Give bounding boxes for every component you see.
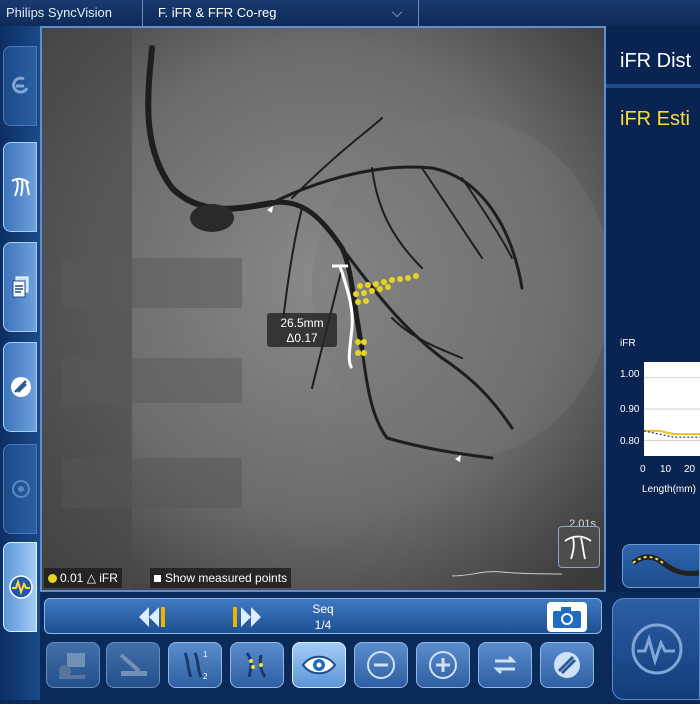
checkbox-icon[interactable] xyxy=(154,574,161,582)
document-icon xyxy=(4,243,38,331)
compare-button[interactable]: 12 xyxy=(168,642,222,688)
measurement-delta: Δ0.17 xyxy=(286,331,318,345)
svg-text:1: 1 xyxy=(203,650,208,659)
sidebar-tab-report[interactable] xyxy=(3,242,37,332)
view-button[interactable] xyxy=(292,642,346,688)
sidebar-tab-tools[interactable] xyxy=(3,342,37,432)
swap-icon xyxy=(493,655,517,675)
angiogram-viewer[interactable]: 26.5mm Δ0.17 2.01s 0.01 △ iFR Show measu… xyxy=(40,26,606,592)
sidebar-tab-ifr[interactable] xyxy=(3,542,37,632)
tools-button-icon xyxy=(554,652,580,678)
chevron-down-icon[interactable]: ⌵ xyxy=(384,3,410,21)
sidebar-tab-disabled[interactable] xyxy=(3,444,37,534)
measurement-label: 26.5mm Δ0.17 xyxy=(267,313,337,347)
svg-text:2: 2 xyxy=(203,672,208,681)
seq-value: 1/4 xyxy=(314,618,332,632)
pullback-wire-icon xyxy=(631,554,700,576)
y-tick-1: 1.00 xyxy=(620,369,640,380)
document-title: F. iFR & FFR Co-reg xyxy=(158,5,277,20)
vessel-icon xyxy=(4,143,38,231)
ifr-waveform-icon xyxy=(631,623,683,675)
snapshot-button[interactable] xyxy=(547,602,587,632)
x-tick-2: 10 xyxy=(660,464,672,475)
network-icon xyxy=(59,653,85,679)
y-tick-2: 0.90 xyxy=(620,404,640,415)
angiogram-image xyxy=(42,28,604,590)
back-arrow-icon xyxy=(4,47,38,125)
ifr-chart-svg xyxy=(643,377,700,441)
pullback-button[interactable] xyxy=(106,642,160,688)
x-tick-3: 20 xyxy=(684,464,696,475)
measurement-length: 26.5mm xyxy=(280,316,324,330)
x-tick-1: 0 xyxy=(640,464,646,475)
zoom-in-icon xyxy=(429,651,457,679)
show-points-label: Show measured points xyxy=(165,571,288,585)
zoom-in-button[interactable] xyxy=(416,642,470,688)
chart-ylabel: iFR xyxy=(620,338,636,349)
ifr-mode-button[interactable] xyxy=(612,598,700,700)
pullback-tab[interactable] xyxy=(622,544,700,588)
waveform-icon xyxy=(4,543,38,631)
show-points-toggle[interactable]: Show measured points xyxy=(150,568,292,588)
title-bar: Philips SyncVision F. iFR & FFR Co-reg ⌵ xyxy=(0,0,700,27)
vessel-thumbnail-button[interactable] xyxy=(558,526,600,568)
bottom-toolbar: 12 xyxy=(40,640,606,700)
catheter-icon xyxy=(119,653,147,676)
camera-icon xyxy=(553,607,581,628)
right-panel: iFR Dist iFR Esti iFR 1.00 0.90 0.80 0 1… xyxy=(606,26,700,592)
y-tick-3: 0.80 xyxy=(620,436,640,447)
left-sidebar xyxy=(0,26,40,700)
tools-icon xyxy=(4,343,38,431)
swap-button[interactable] xyxy=(478,642,532,688)
tools-button[interactable] xyxy=(540,642,594,688)
vessel-thumbnail-icon xyxy=(564,535,592,560)
ifr-chart xyxy=(643,362,700,456)
title-separator-2 xyxy=(418,0,419,26)
chart-xlabel: Length(mm) xyxy=(642,484,696,495)
zoom-out-icon xyxy=(367,651,395,679)
app-name: Philips SyncVision xyxy=(6,5,112,20)
ifr-distance-title: iFR Dist xyxy=(620,50,692,72)
vessel-compare-icon: 12 xyxy=(183,650,208,681)
ifr-estimate-title: iFR Esti xyxy=(620,108,690,130)
playback-bar: Seq 1/4 xyxy=(44,598,602,634)
yellow-dot-icon xyxy=(48,573,57,583)
ifr-legend-label: 0.01 △ iFR xyxy=(60,571,118,585)
panel-divider xyxy=(606,84,700,88)
zoom-out-button[interactable] xyxy=(354,642,408,688)
ifr-legend: 0.01 △ iFR xyxy=(44,568,122,588)
network-button[interactable] xyxy=(46,642,100,688)
seq-label: Seq xyxy=(312,602,334,616)
eye-icon xyxy=(301,655,337,675)
record-icon xyxy=(4,445,38,533)
bifurcation-button[interactable] xyxy=(230,642,284,688)
sidebar-tab-back[interactable] xyxy=(3,46,37,126)
title-separator xyxy=(142,0,143,26)
sidebar-tab-angio[interactable] xyxy=(3,142,37,232)
bifurcation-icon xyxy=(245,652,267,678)
